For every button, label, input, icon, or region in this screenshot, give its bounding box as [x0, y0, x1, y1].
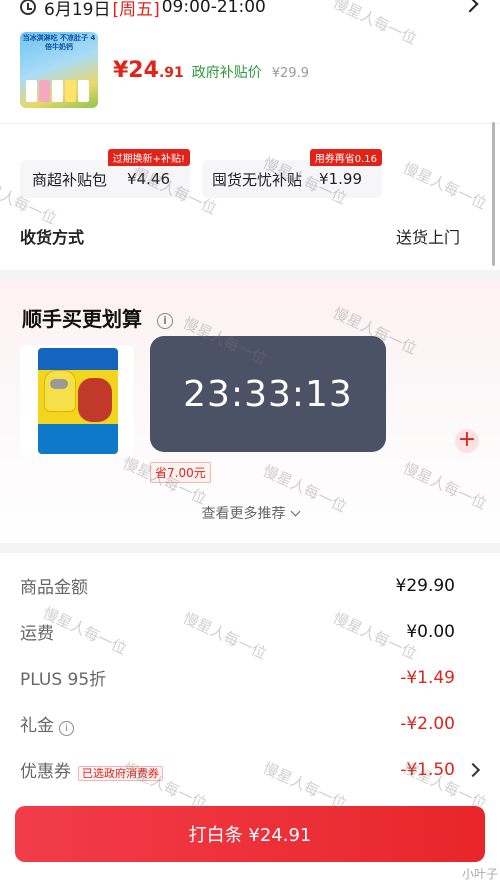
- fee-row-shipping: 运费 ¥0.00: [20, 619, 455, 645]
- fee-value: -¥2.00: [400, 713, 455, 734]
- product-thumbnail[interactable]: 当冰淇淋吃 不凉肚子 4倍牛奶钙: [20, 32, 98, 108]
- subsidy-badge: 过期换新+补贴!: [107, 149, 190, 166]
- fee-row-goods: 商品金额 ¥29.90: [20, 573, 455, 599]
- recommend-title: 顺手买更划算 i: [22, 303, 173, 332]
- receive-label: 收货方式: [20, 228, 85, 247]
- fee-value: -¥1.50: [400, 759, 455, 780]
- fee-row-plus: PLUS 95折 -¥1.49: [20, 665, 455, 691]
- receive-value: 送货上门: [395, 228, 460, 247]
- gov-subsidy-label: 政府补贴价: [191, 65, 262, 81]
- fee-label: 优惠券 已选政府消费券: [20, 757, 163, 782]
- fee-value: ¥0.00: [406, 621, 455, 642]
- delivery-time: 09:00-21:00: [161, 0, 266, 17]
- fee-row-coupon[interactable]: 优惠券 已选政府消费券 -¥1.50: [20, 757, 455, 783]
- subsidy-value: ¥4.46: [127, 170, 170, 188]
- fee-row-gift: 礼金 i -¥2.00: [20, 711, 455, 736]
- product-image: [38, 348, 118, 454]
- watermark: 慢星人每一位: [400, 158, 490, 214]
- original-price: ¥29.9: [271, 66, 309, 81]
- watermark: 慢星人每一位: [330, 0, 420, 49]
- chevron-right-icon[interactable]: [461, 0, 479, 13]
- section-separator: [0, 270, 500, 280]
- info-icon[interactable]: i: [59, 721, 74, 736]
- price-row: ¥24.91 政府补贴价 ¥29.9: [113, 58, 309, 83]
- timer-overlay: 23:33:13: [150, 336, 386, 452]
- receive-method-row[interactable]: 收货方式 送货上门: [20, 224, 460, 248]
- delivery-date: 6月19日: [44, 0, 111, 20]
- chevron-down-icon: [290, 506, 300, 517]
- subsidy-value: ¥1.99: [319, 170, 362, 188]
- clock-icon: [20, 0, 36, 15]
- fee-value: ¥29.90: [395, 575, 455, 596]
- product-price: ¥24.91: [113, 58, 184, 83]
- subsidy-card-stockup[interactable]: 用券再省0.16 囤货无忧补贴 ¥1.99: [202, 149, 382, 198]
- add-to-order-button[interactable]: +: [455, 429, 479, 453]
- thumb-caption: 当冰淇淋吃 不凉肚子 4倍牛奶钙: [22, 34, 96, 51]
- corner-watermark: 小叶子: [461, 867, 498, 881]
- fee-value: -¥1.49: [400, 667, 455, 688]
- fee-label: 运费: [20, 624, 54, 644]
- delivery-weekday: [周五]: [112, 0, 160, 20]
- subsidy-name: 商超补贴包: [32, 170, 108, 189]
- subsidy-name: 囤货无忧补贴: [212, 170, 303, 189]
- section-separator: [0, 543, 500, 553]
- fee-label: 礼金 i: [20, 711, 74, 736]
- delivery-time-row[interactable]: 6月19日 [周五] 09:00-21:00: [20, 0, 266, 20]
- info-icon[interactable]: i: [156, 312, 173, 329]
- subsidy-card-supermarket[interactable]: 过期换新+补贴! 商超补贴包 ¥4.46: [20, 149, 190, 198]
- recommend-product-card[interactable]: [20, 345, 134, 457]
- pay-button[interactable]: 打白条 ¥24.91: [15, 806, 485, 862]
- save-tag: 省7.00元: [150, 462, 211, 483]
- subsidy-badge: 用券再省0.16: [309, 149, 382, 166]
- coupon-tag: 已选政府消费券: [78, 766, 163, 781]
- more-recommend-link[interactable]: 查看更多推荐: [0, 503, 500, 523]
- divider: [0, 123, 500, 124]
- more-recommend-label: 查看更多推荐: [201, 506, 286, 522]
- chevron-right-icon[interactable]: [465, 762, 481, 778]
- fee-label: PLUS 95折: [20, 670, 107, 690]
- scrollbar[interactable]: [492, 122, 495, 266]
- fee-label: 商品金额: [20, 578, 88, 598]
